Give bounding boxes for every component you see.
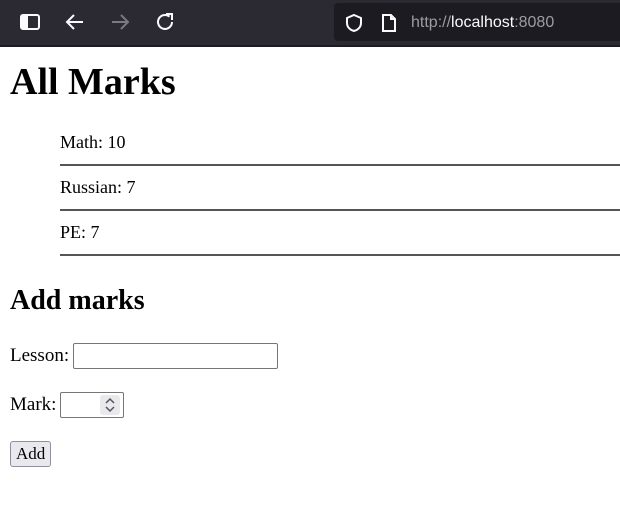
reload-icon [157,13,173,30]
lesson-label: Lesson: [10,345,70,366]
url-protocol: http:// [411,14,452,31]
mark-label: Mark: [10,394,57,415]
add-marks-heading: Add marks [10,285,145,316]
sidebar-toggle-button[interactable] [17,9,43,35]
list-item: Russian: 7 [60,166,620,211]
marks-list: Math: 10 Russian: 7 PE: 7 [60,121,620,256]
add-button[interactable]: Add [10,441,52,467]
page-title: All Marks [10,61,176,103]
back-arrow-icon [65,14,83,30]
list-item: Math: 10 [60,121,620,166]
forward-arrow-icon [112,14,130,30]
lesson-row: Lesson: [10,341,620,371]
lesson-input[interactable] [73,343,279,369]
mark-input[interactable] [60,392,125,418]
browser-toolbar: http://localhost:8080 [0,0,620,47]
tracking-protection-button[interactable] [344,13,364,38]
url-text[interactable]: http://localhost:8080 [411,13,554,33]
spinner-arrows-icon [105,397,115,413]
list-item: PE: 7 [60,211,620,256]
url-port: :8080 [514,14,555,31]
sidebar-icon [20,14,40,30]
mark-row: Mark: [10,390,620,420]
shield-icon [346,13,362,33]
back-button[interactable] [62,9,88,35]
page-content: All Marks Math: 10 Russian: 7 PE: 7 Add … [0,59,620,469]
mark-spinner[interactable] [100,395,121,415]
reload-button[interactable] [152,9,178,35]
forward-button[interactable] [107,9,133,35]
url-host: localhost [451,14,515,31]
site-info-button[interactable] [380,13,398,38]
add-row: Add [10,439,620,469]
url-bar[interactable]: http://localhost:8080 [334,3,620,41]
page-icon [382,14,396,32]
